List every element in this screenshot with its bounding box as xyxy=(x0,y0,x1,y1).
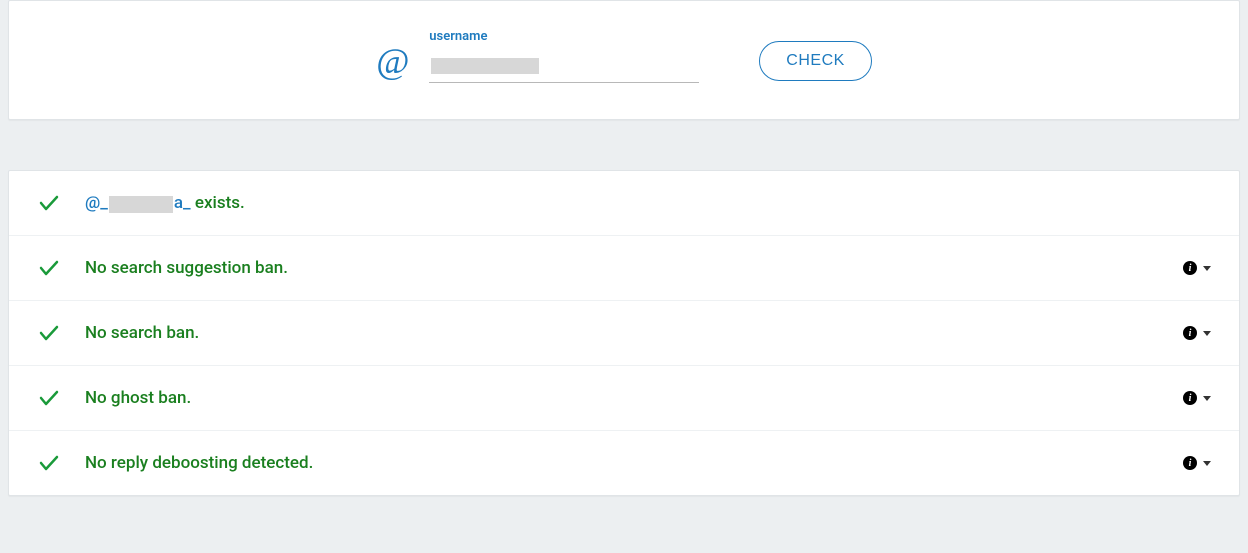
check-icon xyxy=(37,256,61,280)
result-row-search-suggestion: No search suggestion ban. i xyxy=(9,236,1239,301)
info-toggle[interactable]: i xyxy=(1183,391,1211,405)
check-icon xyxy=(37,191,61,215)
search-row: @ username CHECK xyxy=(376,29,872,83)
check-button[interactable]: CHECK xyxy=(759,41,872,81)
info-icon: i xyxy=(1183,456,1197,470)
info-icon: i xyxy=(1183,326,1197,340)
info-icon: i xyxy=(1183,261,1197,275)
at-symbol: @ xyxy=(376,43,409,83)
info-toggle[interactable]: i xyxy=(1183,326,1211,340)
exists-message: @_a_ exists. xyxy=(85,193,245,213)
username-input[interactable] xyxy=(429,50,699,83)
result-message: No search suggestion ban. xyxy=(85,258,288,278)
info-toggle[interactable]: i xyxy=(1183,261,1211,275)
username-label: username xyxy=(429,29,699,44)
exists-user-link[interactable]: @_a_ xyxy=(85,193,195,213)
result-row-ghost-ban: No ghost ban. i xyxy=(9,366,1239,431)
check-icon xyxy=(37,451,61,475)
check-icon xyxy=(37,386,61,410)
caret-down-icon xyxy=(1203,266,1211,271)
results-card: @_a_ exists. No search suggestion ban. i… xyxy=(8,170,1240,496)
redacted-input-value xyxy=(431,58,539,74)
caret-down-icon xyxy=(1203,396,1211,401)
result-row-search-ban: No search ban. i xyxy=(9,301,1239,366)
info-icon: i xyxy=(1183,391,1197,405)
username-field-wrap: username xyxy=(429,29,699,83)
info-toggle[interactable]: i xyxy=(1183,456,1211,470)
check-icon xyxy=(37,321,61,345)
caret-down-icon xyxy=(1203,331,1211,336)
redacted-username xyxy=(109,196,173,213)
result-row-reply-deboost: No reply deboosting detected. i xyxy=(9,431,1239,495)
result-message: No search ban. xyxy=(85,323,199,343)
result-message: No ghost ban. xyxy=(85,388,191,408)
result-row-exists: @_a_ exists. xyxy=(9,171,1239,236)
result-message: No reply deboosting detected. xyxy=(85,453,313,473)
caret-down-icon xyxy=(1203,461,1211,466)
search-card: @ username CHECK xyxy=(8,0,1240,120)
